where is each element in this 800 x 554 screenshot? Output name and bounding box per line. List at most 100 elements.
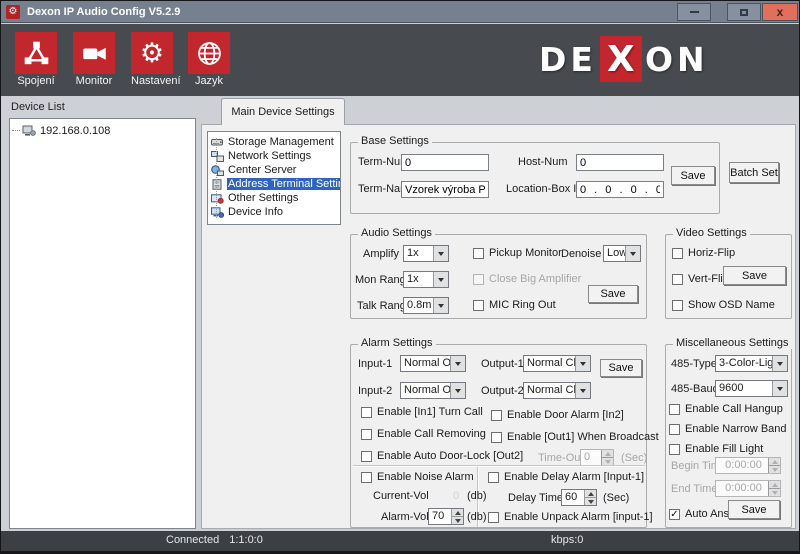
delay-time-spinner[interactable]: 60 xyxy=(561,489,597,506)
pickup-monitor-checkbox[interactable]: Pickup Monitor xyxy=(473,247,562,259)
chevron-down-icon[interactable] xyxy=(433,298,448,313)
spinner-buttons[interactable] xyxy=(584,490,596,505)
amplify-select[interactable]: 1x xyxy=(403,245,449,262)
output1-select[interactable]: Normal Close xyxy=(523,355,591,372)
host-num-input[interactable] xyxy=(576,154,664,171)
talk-range-select[interactable]: 0.8m xyxy=(403,297,449,314)
base-save-button[interactable]: Save xyxy=(671,166,715,185)
location-box-ip-input[interactable] xyxy=(576,181,664,198)
batch-set-button[interactable]: Batch Set xyxy=(729,162,779,183)
spinner-buttons xyxy=(601,450,613,465)
485-type-select[interactable]: 3-Color-Light xyxy=(715,355,788,372)
alarm-vol-unit: (db) xyxy=(467,511,487,523)
enable-out1-broadcast-checkbox[interactable]: Enable [Out1] When Broadcast xyxy=(491,431,659,443)
spinner-buttons xyxy=(768,458,780,473)
status-counters: 1:1:0:0 xyxy=(229,534,263,546)
base-settings-title: Base Settings xyxy=(358,135,432,147)
input2-select[interactable]: Normal Open xyxy=(400,382,466,399)
horiz-flip-checkbox[interactable]: Horiz-Flip xyxy=(672,247,735,259)
app-icon-glyph: ⚙ xyxy=(9,6,18,17)
video-save-button[interactable]: Save xyxy=(723,266,786,285)
misc-save-button[interactable]: Save xyxy=(728,500,780,519)
enable-delay-alarm-checkbox[interactable]: Enable Delay Alarm [Input-1] xyxy=(488,471,644,483)
begin-time-spinner: 0:00:00 xyxy=(715,457,781,474)
chevron-down-icon[interactable] xyxy=(450,383,465,398)
mic-ring-out-checkbox[interactable]: MIC Ring Out xyxy=(473,299,556,311)
chevron-down-icon[interactable] xyxy=(433,246,448,261)
tree-item-other-settings[interactable]: Other Settings xyxy=(211,191,339,205)
enable-unpack-alarm-checkbox[interactable]: Enable Unpack Alarm [input-1] xyxy=(488,511,653,523)
chevron-down-icon[interactable] xyxy=(575,356,590,371)
toolbar-label-spojeni: Spojení xyxy=(15,75,57,87)
alarm-save-button[interactable]: Save xyxy=(600,359,642,377)
check-icon: ✓ xyxy=(670,510,679,519)
term-num-input[interactable] xyxy=(401,154,489,171)
enable-narrow-band-checkbox[interactable]: Enable Narrow Band xyxy=(669,423,787,435)
tree-item-network-settings[interactable]: Network Settings xyxy=(211,149,339,163)
enable-door-alarm-checkbox[interactable]: Enable Door Alarm [In2] xyxy=(491,409,624,421)
base-settings-group: Base Settings Term-Num Host-Num Term-Nam… xyxy=(350,142,720,214)
close-button[interactable]: x xyxy=(762,3,798,21)
settings-tree[interactable]: Storage Management Network Settings Cent… xyxy=(207,131,341,225)
misc-settings-title: Miscellaneous Settings xyxy=(673,337,792,349)
output1-label: Output-1 xyxy=(481,358,524,370)
spinner-buttons[interactable] xyxy=(451,509,463,524)
show-osd-name-checkbox[interactable]: Show OSD Name xyxy=(672,299,775,311)
device-list[interactable]: 192.168.0.108 xyxy=(9,118,196,529)
chevron-down-icon[interactable] xyxy=(625,246,640,261)
connect-button[interactable] xyxy=(15,32,57,74)
device-ip: 192.168.0.108 xyxy=(40,125,110,137)
minimize-button[interactable] xyxy=(677,3,711,21)
device-list-item[interactable]: 192.168.0.108 xyxy=(12,123,193,138)
device-info-icon xyxy=(211,207,224,218)
denoise-select[interactable]: Low xyxy=(603,245,641,262)
toolbar: Spojení Monitor ⚙ Nastavení Ja xyxy=(1,24,800,96)
tree-item-device-info[interactable]: Device Info xyxy=(211,205,339,219)
alarm-vol-spinner[interactable]: 70 xyxy=(428,508,464,525)
dexon-logo: DE X ON xyxy=(539,34,709,84)
spinner-buttons xyxy=(768,481,780,496)
timeout-unit: (Sec) xyxy=(621,452,647,464)
enable-turn-call-checkbox[interactable]: Enable [In1] Turn Call xyxy=(361,406,483,418)
tree-item-center-server[interactable]: Center Server xyxy=(211,163,339,177)
485-baud-select[interactable]: 9600 xyxy=(715,380,788,397)
divider xyxy=(353,465,645,467)
settings-button[interactable]: ⚙ xyxy=(131,32,173,74)
485-type-label: 485-Type xyxy=(671,358,717,370)
delay-time-unit: (Sec) xyxy=(603,492,629,504)
chevron-down-icon[interactable] xyxy=(772,356,787,371)
monitor-button[interactable] xyxy=(73,32,115,74)
logo-text-de: DE xyxy=(539,40,597,79)
enable-fill-light-checkbox[interactable]: Enable Fill Light xyxy=(669,443,763,455)
enable-call-removing-checkbox[interactable]: Enable Call Removing xyxy=(361,428,486,440)
tab-main-device-settings[interactable]: Main Device Settings xyxy=(221,98,345,125)
minimize-icon xyxy=(690,11,699,13)
timeout-spinner: 0 xyxy=(580,449,614,466)
output2-select[interactable]: Normal Close xyxy=(523,382,591,399)
alarm-vol-label: Alarm-Vol xyxy=(381,511,429,523)
chevron-down-icon[interactable] xyxy=(772,381,787,396)
enable-call-hangup-checkbox[interactable]: Enable Call Hangup xyxy=(669,403,783,415)
maximize-button[interactable] xyxy=(727,3,761,21)
enable-auto-doorlock-checkbox[interactable]: Enable Auto Door-Lock [Out2] xyxy=(361,450,523,462)
chevron-down-icon[interactable] xyxy=(450,356,465,371)
chevron-down-icon[interactable] xyxy=(575,383,590,398)
alarm-settings-title: Alarm Settings xyxy=(358,337,436,349)
tree-item-address-terminal-settings[interactable]: Address Terminal Settings xyxy=(211,177,339,191)
input1-select[interactable]: Normal Open xyxy=(400,355,466,372)
status-bar: Connected 1:1:0:0 kbps:0 xyxy=(1,531,800,551)
chevron-down-icon[interactable] xyxy=(433,272,448,287)
term-name-input[interactable] xyxy=(401,181,489,198)
audio-save-button[interactable]: Save xyxy=(588,285,638,303)
misc-settings-group: Miscellaneous Settings 485-Type 3-Color-… xyxy=(665,344,792,528)
video-settings-title: Video Settings xyxy=(673,227,750,239)
main-settings-panel: Storage Management Network Settings Cent… xyxy=(201,124,796,529)
enable-noise-alarm-checkbox[interactable]: Enable Noise Alarm xyxy=(361,471,474,483)
vert-flip-checkbox[interactable]: Vert-Flip xyxy=(672,273,729,285)
maximize-icon xyxy=(740,9,748,16)
input2-label: Input-2 xyxy=(358,385,392,397)
tree-item-storage-management[interactable]: Storage Management xyxy=(211,135,339,149)
language-button[interactable] xyxy=(188,32,230,74)
mon-range-select[interactable]: 1x xyxy=(403,271,449,288)
app-window: ⚙ Dexon IP Audio Config V5.2.9 x Spojení xyxy=(0,0,800,554)
